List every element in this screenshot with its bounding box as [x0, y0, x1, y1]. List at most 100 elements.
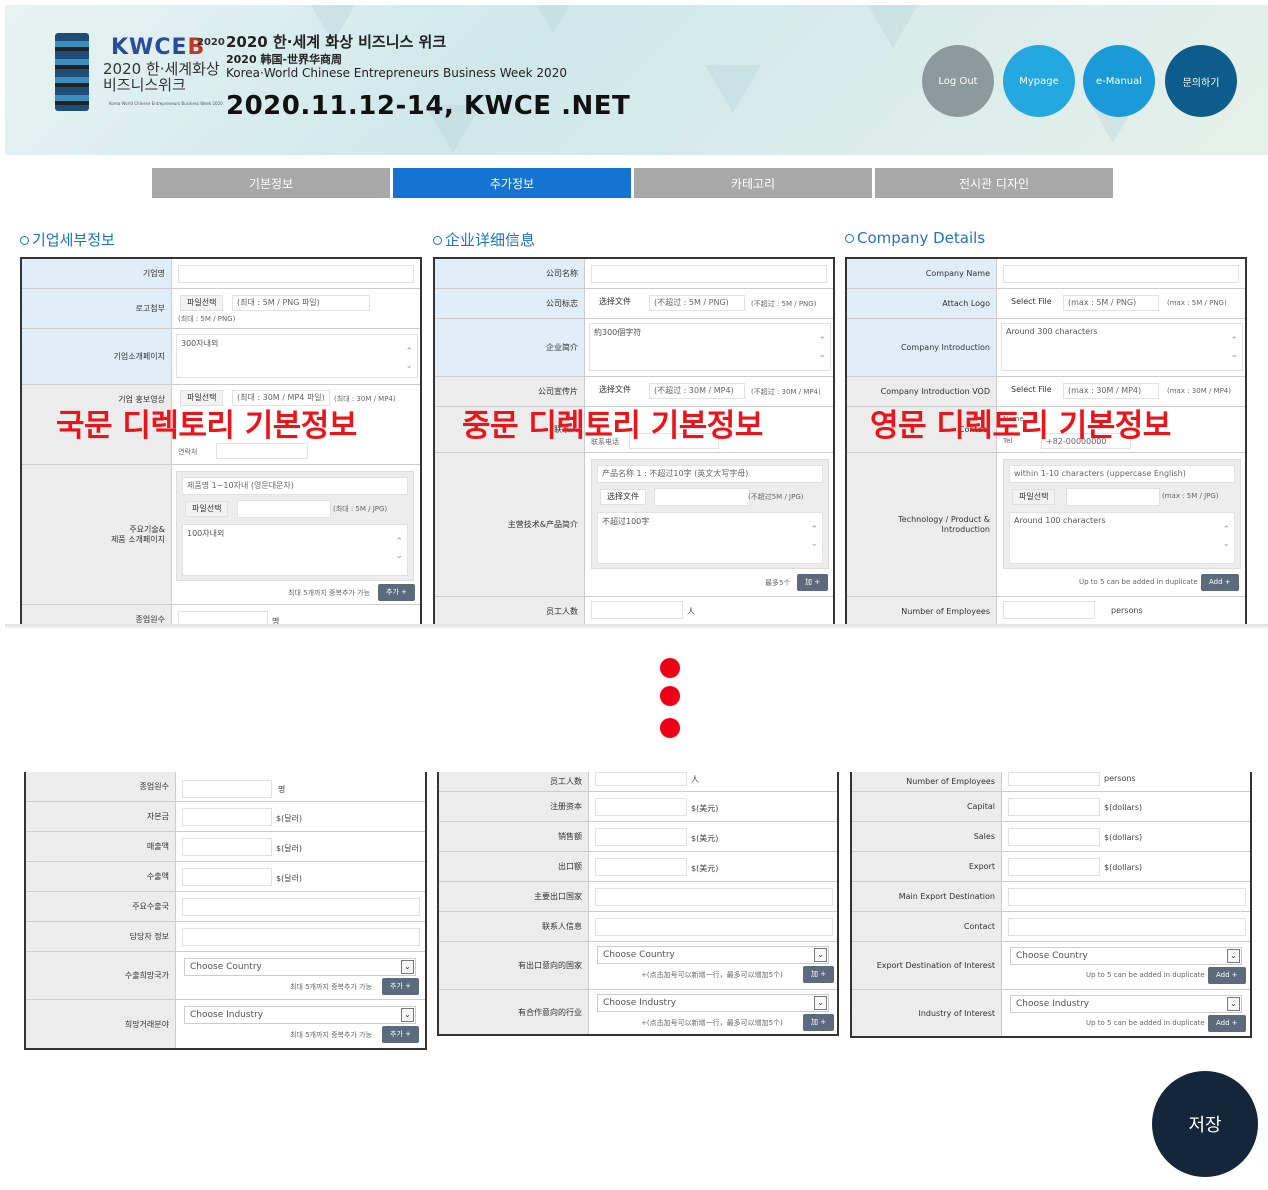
logo-file-input[interactable]: (不超过 : 5M / PNG): [649, 295, 745, 311]
video-file-button[interactable]: 选择文件: [593, 383, 637, 399]
contact-info-input[interactable]: [182, 928, 420, 946]
industry-select[interactable]: Choose Industry ⌄: [597, 994, 829, 1012]
export-input[interactable]: [1008, 858, 1100, 876]
product-file-input[interactable]: [1066, 488, 1160, 506]
logo-file-button[interactable]: 파일선택: [180, 295, 224, 311]
label-tech-product: Technology / Product & Introduction: [847, 453, 997, 596]
intro-textarea[interactable]: 約300個字符 ⌃ ⌄: [589, 323, 831, 371]
chevron-down-icon: ⌄: [814, 948, 827, 962]
logo-file-note: (不超过 : 5M / PNG): [751, 300, 817, 308]
logout-button[interactable]: Log Out: [922, 45, 994, 117]
product-file-button[interactable]: 파일선택: [185, 501, 229, 517]
employees-input[interactable]: [1008, 772, 1100, 786]
product-box: 제품명 1~10자내 (영문대문자) 파일선택 (최대 : 5M / JPG) …: [176, 471, 414, 581]
employees-input[interactable]: [591, 601, 683, 619]
contact-info-input[interactable]: [1008, 918, 1246, 936]
product-file-button[interactable]: 选择文件: [600, 489, 646, 505]
contact-info-input[interactable]: [595, 918, 833, 936]
label-industry-hope: 희망거래분야: [26, 1000, 176, 1048]
product-name-input[interactable]: within 1-10 characters (uppercase Englis…: [1009, 465, 1235, 483]
employees-input[interactable]: [182, 780, 272, 798]
site-logo[interactable]: KWCEB 2020 2020 한·세계화상 비즈니스위크 Korea·World…: [23, 13, 225, 111]
tab-category[interactable]: 카테고리: [634, 168, 872, 198]
company-name-input[interactable]: [178, 265, 414, 283]
intro-textarea[interactable]: Around 300 characters ⌃ ⌄: [1001, 323, 1243, 371]
tab-basic-info[interactable]: 기본정보: [152, 168, 390, 198]
section-title-korean: 기업세부정보: [20, 229, 115, 250]
add-country-button[interactable]: 加 +: [803, 966, 835, 983]
inquiry-button[interactable]: 문의하기: [1165, 45, 1237, 117]
product-file-button[interactable]: 파일선택: [1012, 489, 1056, 505]
save-button[interactable]: 저장: [1152, 1071, 1258, 1177]
logo-korean-line1: 2020 한·세계화상: [103, 60, 220, 78]
circle-bullet-icon: [20, 236, 29, 245]
country-select[interactable]: Choose Country ⌄: [1010, 947, 1242, 965]
main-export-input[interactable]: [595, 888, 833, 906]
label-logo: 公司标志: [435, 289, 585, 318]
capital-input[interactable]: [595, 798, 687, 816]
main-export-input[interactable]: [182, 898, 420, 916]
add-country-button[interactable]: 추가 +: [382, 978, 419, 995]
product-desc-textarea[interactable]: 不超过100字 ⌃ ⌄: [597, 512, 823, 564]
sales-input[interactable]: [1008, 828, 1100, 846]
tab-booth-design[interactable]: 전시관 디자인: [875, 168, 1113, 198]
add-industry-button[interactable]: 加 +: [803, 1014, 835, 1031]
product-name-input[interactable]: 제품명 1~10자내 (영문대문자): [182, 477, 408, 495]
mypage-button[interactable]: Mypage: [1003, 45, 1075, 117]
add-product-button[interactable]: Add +: [1201, 574, 1239, 591]
video-file-button[interactable]: Select File: [1005, 383, 1058, 399]
tab-additional-info[interactable]: 추가정보: [393, 168, 631, 198]
employees-input[interactable]: [595, 772, 687, 786]
video-file-input[interactable]: (不超过 : 30M / MP4): [649, 383, 745, 399]
add-note: +(点击加号可以新增一行，最多可以增加5个): [641, 1019, 783, 1027]
product-desc-textarea[interactable]: 100자내외 ⌃ ⌄: [182, 524, 408, 576]
label-tech-product-text: Technology / Product & Introduction: [898, 514, 990, 534]
overlay-chinese-directory: 중문 디렉토리 기본정보: [462, 408, 763, 444]
company-name-input[interactable]: [591, 265, 827, 283]
employees-input[interactable]: [1003, 601, 1095, 619]
add-industry-button[interactable]: Add +: [1208, 1015, 1246, 1032]
dup-note: Up to 5 can be added in duplicate: [1086, 1019, 1205, 1027]
industry-select[interactable]: Choose Industry ⌄: [184, 1006, 416, 1024]
add-product-button[interactable]: 加 +: [797, 574, 829, 591]
e-manual-button[interactable]: e-Manual: [1083, 45, 1155, 117]
company-name-input[interactable]: [1003, 265, 1239, 283]
industry-select[interactable]: Choose Industry ⌄: [1010, 995, 1242, 1013]
product-desc-textarea[interactable]: Around 100 characters ⌃ ⌄: [1009, 512, 1235, 564]
logo-file-input[interactable]: (최대 : 5M / PNG 파일): [232, 295, 370, 311]
main-tabs: 기본정보 추가정보 카테고리 전시관 디자인: [152, 168, 1113, 198]
sales-input[interactable]: [182, 838, 272, 856]
sales-input[interactable]: [595, 828, 687, 846]
label-industry-hope: 有合作意向的行业: [439, 990, 589, 1034]
capital-input[interactable]: [182, 808, 272, 826]
intro-textarea[interactable]: 300자내외 ⌃ ⌄: [176, 334, 418, 378]
product-desc-placeholder: Around 100 characters: [1014, 516, 1106, 525]
label-contact-info: Contact: [852, 912, 1002, 941]
product-name-input[interactable]: 产品名称 1 : 不超过10字 (英文大写字母): [597, 465, 823, 483]
label-main-export: Main Export Destination: [852, 882, 1002, 911]
add-industry-button[interactable]: 추가 +: [382, 1026, 419, 1043]
product-file-input[interactable]: [237, 500, 331, 518]
scroll-arrows-icon: ⌃ ⌄: [810, 525, 818, 549]
country-select[interactable]: Choose Country ⌄: [184, 958, 416, 976]
logo-file-input[interactable]: (max : 5M / PNG): [1063, 295, 1159, 311]
video-file-input[interactable]: (max : 30M / MP4): [1063, 383, 1159, 399]
bg-triangle: [865, 5, 921, 48]
logo-file-button[interactable]: Select File: [1005, 295, 1058, 311]
label-main-export: 主要出口国家: [439, 882, 589, 911]
main-export-input[interactable]: [1008, 888, 1246, 906]
contact-phone-input[interactable]: [216, 443, 308, 459]
capital-input[interactable]: [1008, 798, 1100, 816]
add-country-button[interactable]: Add +: [1208, 967, 1246, 984]
employees-unit: 人: [687, 607, 695, 616]
export-input[interactable]: [182, 868, 272, 886]
label-main-export: 주요수출국: [26, 892, 176, 921]
logo-file-button[interactable]: 选择文件: [593, 295, 637, 311]
label-employees: Number of Employees: [852, 772, 1002, 791]
product-file-input[interactable]: [654, 488, 750, 506]
country-select[interactable]: Choose Country ⌄: [597, 946, 829, 964]
scroll-arrows-icon: ⌃ ⌄: [395, 537, 403, 561]
add-product-button[interactable]: 추가 +: [378, 584, 415, 601]
label-contact-info: 담당자 정보: [26, 922, 176, 951]
export-input[interactable]: [595, 858, 687, 876]
